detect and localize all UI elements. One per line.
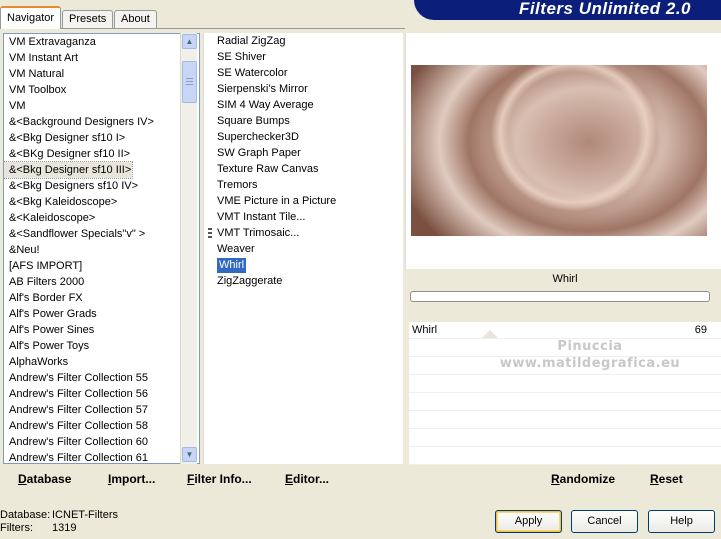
param-label: Whirl xyxy=(412,324,438,336)
help-button[interactable]: Help xyxy=(648,510,715,533)
database-label: Database: xyxy=(0,509,51,521)
category-item[interactable]: VM Instant Art xyxy=(4,50,199,66)
reset-button[interactable]: Reset xyxy=(650,472,683,486)
tab-presets[interactable]: Presets xyxy=(62,10,114,28)
apply-button[interactable]: Apply xyxy=(495,510,562,533)
filter-item[interactable]: Square Bumps xyxy=(204,113,403,129)
category-item[interactable]: Andrew's Filter Collection 57 xyxy=(4,402,199,418)
category-item[interactable]: &<Bkg Designers sf10 IV> xyxy=(4,178,199,194)
filter-item[interactable]: Whirl xyxy=(204,257,403,273)
scroll-thumb[interactable] xyxy=(182,61,197,103)
category-item[interactable]: &<Bkg Designer sf10 I> xyxy=(4,130,199,146)
category-item[interactable]: Alf's Power Toys xyxy=(4,338,199,354)
category-item[interactable]: &<Background Designers IV> xyxy=(4,114,199,130)
drag-grip-icon xyxy=(208,228,213,240)
category-item[interactable]: VM Natural xyxy=(4,66,199,82)
category-item[interactable]: VM xyxy=(4,98,199,114)
category-item[interactable]: &<Bkg Designer sf10 III> xyxy=(4,161,133,179)
filter-info-button[interactable]: Filter Info... xyxy=(187,472,252,486)
category-item[interactable]: &<Bkg Kaleidoscope> xyxy=(4,194,199,210)
category-item[interactable]: &<BKg Designer sf10 II> xyxy=(4,146,199,162)
filters-label: Filters: xyxy=(0,522,33,534)
filter-item[interactable]: Weaver xyxy=(204,241,403,257)
preview-image xyxy=(411,65,707,236)
scroll-down-icon[interactable]: ▼ xyxy=(182,447,197,462)
category-item[interactable]: Alf's Power Sines xyxy=(4,322,199,338)
category-item[interactable]: AB Filters 2000 xyxy=(4,274,199,290)
watermark: Pinuccia www.matildegrafica.eu xyxy=(499,339,681,371)
param-value: 69 xyxy=(694,324,707,336)
filter-item[interactable]: Radial ZigZag xyxy=(204,33,403,49)
slider-thumb-icon[interactable] xyxy=(482,330,498,338)
param-row xyxy=(409,394,721,411)
editor-button[interactable]: Editor... xyxy=(285,472,329,486)
filter-item[interactable]: VMT Instant Tile... xyxy=(204,209,403,225)
category-item[interactable]: Alf's Power Grads xyxy=(4,306,199,322)
category-list[interactable]: VM Extravaganza VM Instant Art VM Natural V… xyxy=(3,33,200,464)
tab-about[interactable]: About xyxy=(114,10,157,28)
param-row xyxy=(409,430,721,447)
category-item[interactable]: Andrew's Filter Collection 55 xyxy=(4,370,199,386)
filter-item[interactable]: Tremors xyxy=(204,177,403,193)
filter-item[interactable]: Sierpenski's Mirror xyxy=(204,81,403,97)
category-item[interactable]: &Neu! xyxy=(4,242,199,258)
filter-item[interactable]: SE Shiver xyxy=(204,49,403,65)
filter-item[interactable]: SIM 4 Way Average xyxy=(204,97,403,113)
filter-item-label: Whirl xyxy=(215,257,248,273)
filter-item[interactable]: Texture Raw Canvas xyxy=(204,161,403,177)
filters-count: 1319 xyxy=(52,522,77,534)
param-row xyxy=(409,376,721,393)
tab-bar: Navigator Presets About xyxy=(0,0,410,29)
param-row xyxy=(409,412,721,429)
status-info: Database: ICNET-Filters Filters: 1319 xyxy=(0,509,118,535)
category-item[interactable]: Andrew's Filter Collection 58 xyxy=(4,418,199,434)
category-item[interactable]: AlphaWorks xyxy=(4,354,199,370)
current-filter-name: Whirl xyxy=(552,273,578,285)
progress-bar xyxy=(410,291,710,302)
category-item[interactable]: [AFS IMPORT] xyxy=(4,258,199,274)
category-item[interactable]: VM Extravaganza xyxy=(4,34,199,50)
filter-item[interactable]: VMT Trimosaic... xyxy=(204,225,403,241)
filter-item[interactable]: SW Graph Paper xyxy=(204,145,403,161)
database-button[interactable]: Database xyxy=(18,472,71,486)
filter-item[interactable]: ZigZaggerate xyxy=(204,273,403,289)
param-row-whirl[interactable]: Whirl 69 xyxy=(409,322,721,339)
category-item[interactable]: &<Sandflower Specials"v" > xyxy=(4,226,199,242)
category-item[interactable]: VM Toolbox xyxy=(4,82,199,98)
filter-item[interactable]: Superchecker3D xyxy=(204,129,403,145)
filter-list[interactable]: Radial ZigZag SE Shiver SE Watercolor Sierp… xyxy=(203,33,403,464)
category-item[interactable]: Alf's Border FX xyxy=(4,290,199,306)
category-scrollbar[interactable]: ▲ ▼ xyxy=(180,33,197,464)
filter-item[interactable]: VME Picture in a Picture xyxy=(204,193,403,209)
tab-navigator[interactable]: Navigator xyxy=(0,6,62,29)
app-title-banner: Filters Unlimited 2.0 xyxy=(414,0,721,20)
randomize-button[interactable]: Randomize xyxy=(551,472,615,486)
import-button[interactable]: Import... xyxy=(108,472,155,486)
param-row xyxy=(409,448,721,465)
filter-item[interactable]: SE Watercolor xyxy=(204,65,403,81)
category-item[interactable]: Andrew's Filter Collection 61 xyxy=(4,450,199,463)
category-item[interactable]: &<Kaleidoscope> xyxy=(4,210,199,226)
category-item[interactable]: Andrew's Filter Collection 60 xyxy=(4,434,199,450)
category-item[interactable]: Andrew's Filter Collection 56 xyxy=(4,386,199,402)
scroll-up-icon[interactable]: ▲ xyxy=(182,34,197,49)
cancel-button[interactable]: Cancel xyxy=(571,510,638,533)
database-value: ICNET-Filters xyxy=(52,509,118,521)
